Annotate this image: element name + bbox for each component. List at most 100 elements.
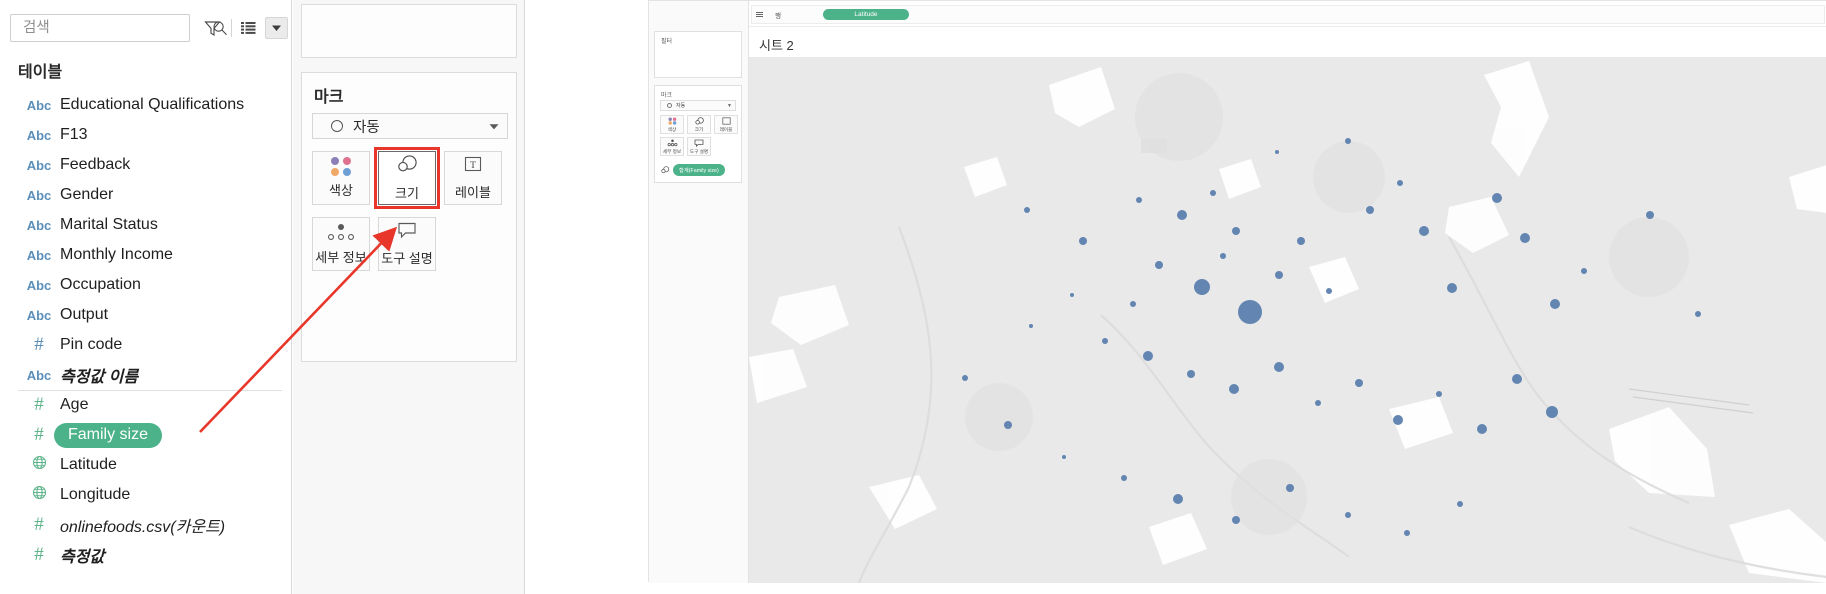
- field-label: Marital Status: [60, 216, 158, 233]
- marks-color-button[interactable]: 색상: [312, 151, 370, 205]
- field-label: Educational Qualifications: [60, 96, 245, 113]
- map-mark[interactable]: [1365, 205, 1374, 214]
- hash-icon: #: [34, 394, 44, 415]
- map-mark[interactable]: [1392, 414, 1403, 425]
- filter-icon[interactable]: [198, 14, 227, 42]
- chevron-down-icon[interactable]: ▼: [727, 103, 732, 109]
- field-row[interactable]: Abc Occupation: [0, 270, 292, 300]
- field-label: Occupation: [60, 276, 141, 293]
- map-mark[interactable]: [1121, 474, 1128, 481]
- marks-card-title: 마크: [314, 89, 344, 106]
- marks-size-label: 크기: [395, 186, 419, 201]
- field-row[interactable]: Abc Marital Status: [0, 210, 292, 240]
- size-circles-icon: [660, 161, 670, 179]
- circle-icon: [667, 103, 672, 108]
- mini-marks-size-button[interactable]: 크기: [687, 115, 711, 134]
- map-mark[interactable]: [1209, 189, 1216, 196]
- shelves-area: 행 Latitude: [749, 1, 1826, 27]
- chevron-down-icon[interactable]: [481, 114, 507, 138]
- mini-mark-type-dropdown[interactable]: 자동 ▼: [660, 100, 736, 111]
- field-label: Family size: [54, 422, 163, 448]
- search-input[interactable]: [21, 19, 212, 37]
- field-row[interactable]: Abc Feedback: [0, 150, 292, 180]
- toolbar-divider: [230, 19, 232, 37]
- data-pane: 테이블 AbcEducational QualificationsAbcF13A…: [0, 0, 292, 594]
- map-visualization[interactable]: [749, 57, 1826, 583]
- sheet-title-bar: 시트 2: [749, 27, 1826, 57]
- abc-icon: Abc: [26, 97, 52, 113]
- mini-marks-color-button[interactable]: 색상: [660, 115, 684, 134]
- map-mark[interactable]: [1296, 237, 1305, 246]
- field-row[interactable]: Latitude: [0, 450, 292, 480]
- marks-tooltip-button[interactable]: 도구 설명: [378, 217, 436, 271]
- field-row[interactable]: Abc F13: [0, 120, 292, 150]
- field-label: Latitude: [60, 456, 117, 473]
- field-row[interactable]: Abc 측정값 이름: [0, 360, 292, 390]
- map-mark[interactable]: [1061, 454, 1066, 459]
- map-mark[interactable]: [1418, 225, 1429, 236]
- map-mark[interactable]: [1186, 369, 1195, 378]
- field-row[interactable]: # Family size: [0, 420, 292, 450]
- screenshot-root: 테이블 AbcEducational QualificationsAbcF13A…: [0, 0, 1826, 594]
- field-row[interactable]: Abc Educational Qualifications: [0, 90, 292, 120]
- map-mark[interactable]: [1003, 421, 1012, 430]
- field-row[interactable]: # Pin code: [0, 330, 292, 360]
- mini-marks-label-button[interactable]: 레이블: [714, 115, 738, 134]
- size-shelf-pill[interactable]: 합계(Family size): [673, 164, 725, 176]
- detail-dots-icon: [667, 139, 678, 149]
- map-mark[interactable]: [1129, 301, 1136, 308]
- search-box[interactable]: [10, 14, 227, 42]
- rows-shelf[interactable]: 행 Latitude: [751, 5, 1825, 24]
- marks-card: 마크 자동 색상 크기 T 레이블 세부 정보 도구 설명: [301, 72, 517, 362]
- field-row[interactable]: Abc Gender: [0, 180, 292, 210]
- worksheet-panel: 필터 마크 자동 ▼ 색상 크기 레이블 세부 정보 도구 설명 합계(Fami…: [648, 0, 1826, 583]
- circle-icon: [331, 120, 343, 132]
- map-mark[interactable]: [1403, 530, 1410, 537]
- map-mark[interactable]: [1511, 373, 1522, 384]
- mini-size-shelf: 합계(Family size): [660, 161, 725, 179]
- size-circles-icon: [394, 154, 420, 179]
- mini-marks-detail-label: 세부 정보: [662, 148, 682, 154]
- map-mark[interactable]: [1232, 226, 1241, 235]
- rows-shelf-pill[interactable]: Latitude: [822, 9, 909, 20]
- mini-marks-detail-button[interactable]: 세부 정보: [660, 137, 684, 156]
- mini-filters-card: 필터: [654, 31, 742, 78]
- field-row[interactable]: # onlinefoods.csv(카운트): [0, 510, 292, 540]
- grid-view-icon[interactable]: [236, 14, 261, 42]
- marks-column: 마크 자동 색상 크기 T 레이블 세부 정보 도구 설명: [293, 0, 525, 594]
- filters-card: [301, 4, 517, 58]
- svg-text:T: T: [470, 161, 476, 171]
- map-mark[interactable]: [1345, 511, 1352, 518]
- field-row[interactable]: Longitude: [0, 480, 292, 510]
- field-label: Age: [60, 396, 89, 413]
- marks-label-button[interactable]: T 레이블: [444, 151, 502, 205]
- map-mark[interactable]: [1694, 310, 1701, 317]
- marks-detail-label: 세부 정보: [315, 249, 367, 265]
- map-mark[interactable]: [1646, 210, 1655, 219]
- field-row[interactable]: Abc Monthly Income: [0, 240, 292, 270]
- map-mark[interactable]: [961, 374, 968, 381]
- field-row[interactable]: # 측정값: [0, 540, 292, 570]
- map-mark[interactable]: [1101, 338, 1108, 345]
- marks-detail-button[interactable]: 세부 정보: [312, 217, 370, 271]
- map-mark[interactable]: [1325, 288, 1332, 295]
- map-mark[interactable]: [1024, 206, 1031, 213]
- map-mark[interactable]: [1275, 149, 1280, 154]
- color-palette-icon: [330, 157, 352, 176]
- hash-icon: #: [34, 334, 44, 355]
- field-label: onlinefoods.csv(카운트): [60, 519, 226, 536]
- map-mark[interactable]: [1173, 493, 1184, 504]
- mini-marks-tooltip-button[interactable]: 도구 설명: [687, 137, 711, 156]
- text-label-icon: T: [463, 155, 483, 178]
- map-mark[interactable]: [1142, 350, 1153, 361]
- marks-size-button[interactable]: 크기: [378, 151, 436, 205]
- field-row[interactable]: Abc Output: [0, 300, 292, 330]
- abc-icon: Abc: [26, 307, 52, 323]
- field-row[interactable]: # Age: [0, 390, 292, 420]
- map-mark[interactable]: [1154, 260, 1163, 269]
- map-mark[interactable]: [1435, 390, 1442, 397]
- abc-icon: Abc: [26, 127, 52, 143]
- mark-type-dropdown[interactable]: 자동: [312, 113, 508, 139]
- marks-label-label: 레이블: [455, 185, 491, 200]
- sort-dropdown-icon[interactable]: [264, 17, 289, 39]
